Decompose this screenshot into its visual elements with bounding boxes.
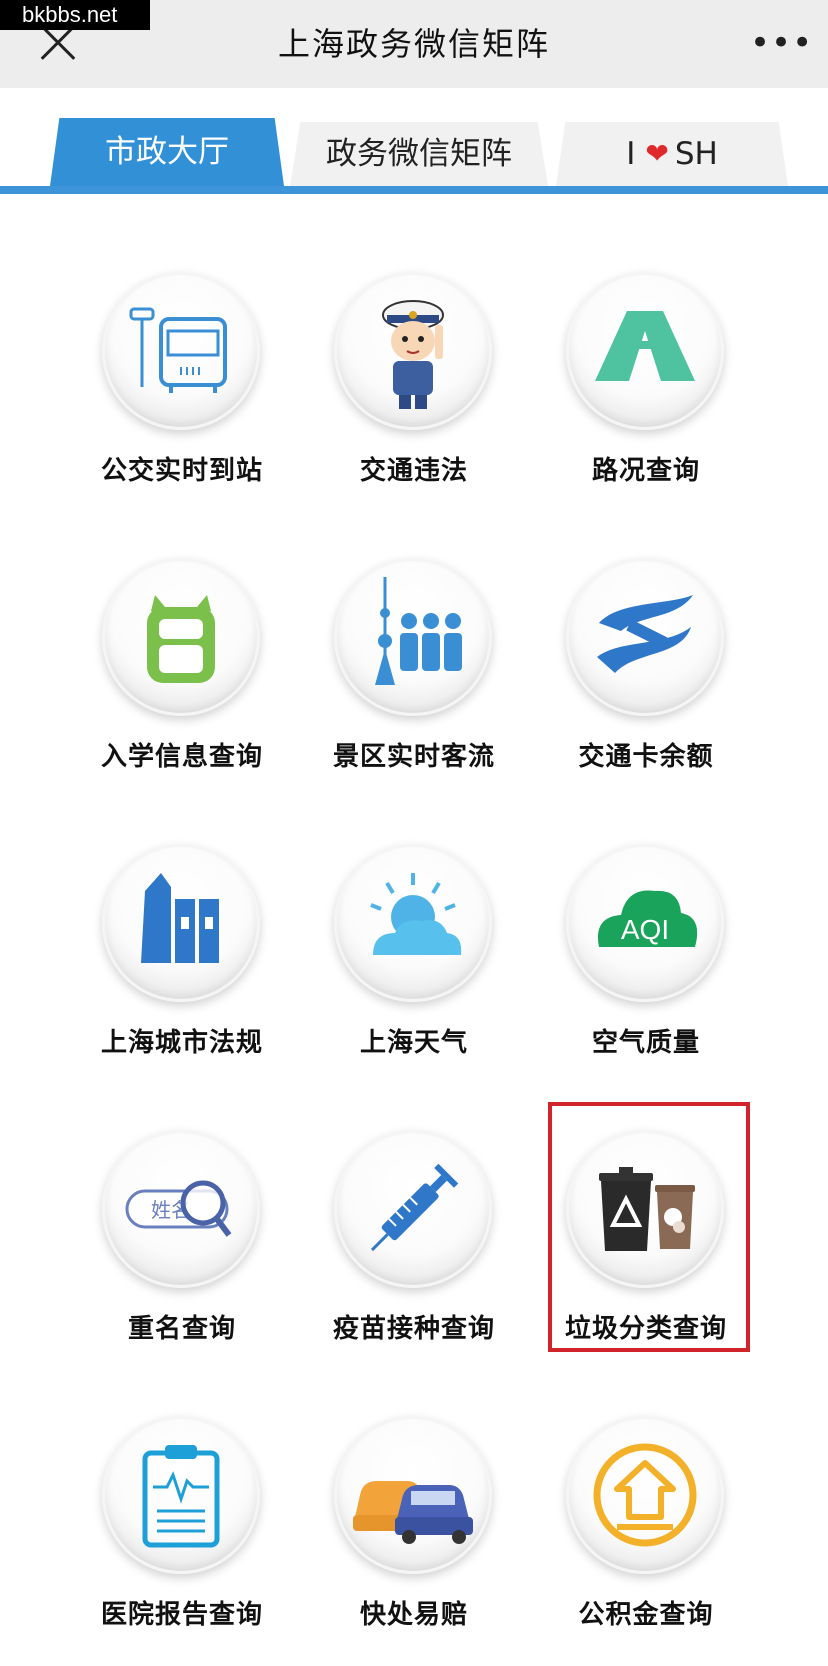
service-label: 交通卡余额: [578, 742, 714, 772]
highlight-box: [548, 1102, 750, 1352]
watermark: bkbbs.net: [0, 0, 150, 30]
service-housing-fund[interactable]: 公积金查询: [508, 1416, 784, 1666]
housing-fund-icon: [566, 1416, 724, 1574]
service-label: 路况查询: [591, 456, 700, 486]
name-search-icon: 姓名: [102, 1130, 260, 1288]
service-label: 空气质量: [591, 1028, 700, 1058]
tab-i-love-sh[interactable]: I ❤ SH: [556, 122, 788, 186]
bus-stop-icon: [102, 272, 260, 430]
weather-icon: [334, 844, 492, 1002]
service-air-quality[interactable]: AQI 空气质量: [508, 844, 784, 1094]
aqi-text: AQI: [621, 914, 669, 945]
backpack-icon: [102, 558, 260, 716]
service-transport-card[interactable]: 交通卡余额: [508, 558, 784, 808]
more-options-button[interactable]: •••: [750, 26, 812, 60]
service-label: 公积金查询: [578, 1600, 714, 1630]
tab-underline: [0, 186, 828, 194]
tab-i-text: I: [626, 136, 636, 172]
city-law-icon: [102, 844, 260, 1002]
car-accident-icon: [334, 1416, 492, 1574]
tab-bar: 市政大厅 政务微信矩阵 I ❤ SH: [0, 118, 828, 194]
heart-icon: ❤: [645, 137, 669, 170]
transport-card-icon: [566, 558, 724, 716]
road-icon: [566, 272, 724, 430]
tab-sh-text: SH: [674, 136, 718, 172]
service-road-condition[interactable]: 路况查询: [508, 272, 784, 522]
syringe-icon: [334, 1130, 492, 1288]
medical-report-icon: [102, 1416, 260, 1574]
aqi-cloud-icon: AQI: [566, 844, 724, 1002]
crowd-tower-icon: [334, 558, 492, 716]
tab-city-hall[interactable]: 市政大厅: [50, 118, 284, 186]
traffic-police-icon: [334, 272, 492, 430]
tab-wechat-matrix[interactable]: 政务微信矩阵: [290, 122, 548, 186]
